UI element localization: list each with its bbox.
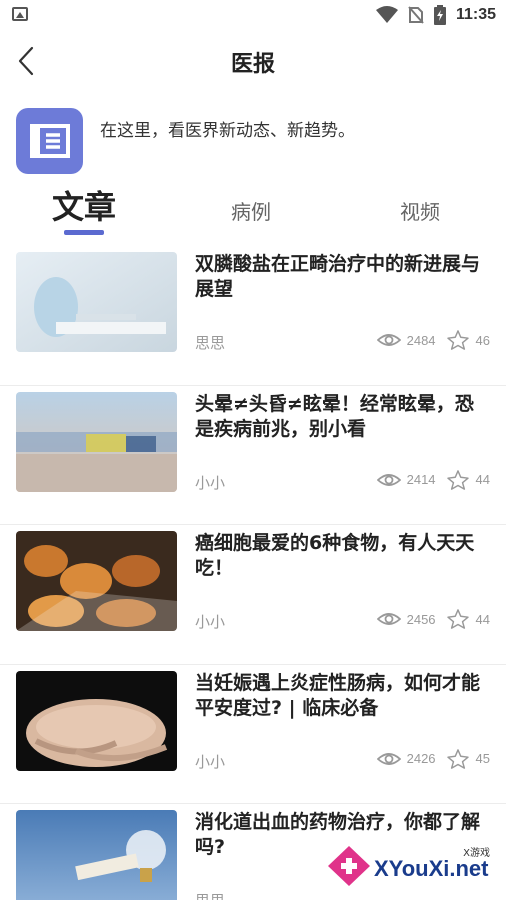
article-thumbnail <box>16 531 177 631</box>
status-time: 11:35 <box>455 6 496 23</box>
star-count: 44 <box>475 472 490 487</box>
star-count: 44 <box>475 611 490 627</box>
article-item[interactable]: 癌细胞最爱的6种食物，有人天天吃！ 小小 2456 44 <box>0 525 506 665</box>
active-tab-indicator <box>64 230 104 235</box>
article-title: 癌细胞最爱的6种食物，有人天天吃！ <box>195 532 475 579</box>
article-stats: 2456 44 <box>376 609 490 629</box>
view-count: 2484 <box>406 332 436 348</box>
tab-articles[interactable]: 文章 <box>52 182 116 228</box>
status-bar: 11:35 <box>0 0 506 30</box>
article-thumbnail <box>16 670 177 771</box>
star-icon[interactable] <box>446 748 470 769</box>
view-count: 2426 <box>406 751 436 766</box>
tab-cases[interactable]: 病例 <box>231 196 271 225</box>
article-item[interactable]: 当妊娠遇上炎症性肠病，如何才能平安度过? | 临床必备 小小 2426 45 <box>0 665 506 804</box>
article-item[interactable]: 双膦酸盐在正畸治疗中的新进展与展望 思思 2484 46 <box>0 246 506 386</box>
view-count: 2456 <box>406 611 436 627</box>
tab-videos[interactable]: 视频 <box>400 196 440 225</box>
image-notification-icon <box>12 7 28 21</box>
star-icon[interactable] <box>446 609 470 629</box>
star-icon[interactable] <box>446 330 470 350</box>
site-watermark: X游戏 XYouXi.net <box>326 844 496 888</box>
article-stats: 2426 45 <box>376 748 490 769</box>
banner-text: 在这里，看医界新动态、新趋势。 <box>100 121 355 141</box>
article-title: 头晕≠头昏≠眩晕！经常眩晕，恐是疾病前兆，别小看 <box>195 392 474 440</box>
app-header: 医报 <box>0 30 506 92</box>
article-title: 双膦酸盐在正畸治疗中的新进展与展望 <box>195 253 481 300</box>
article-item[interactable]: 头晕≠头昏≠眩晕！经常眩晕，恐是疾病前兆，别小看 小小 2414 44 <box>0 386 506 525</box>
no-sim-icon <box>408 6 424 24</box>
gamepad-logo-icon <box>328 846 370 886</box>
app-logo <box>16 108 83 174</box>
intro-banner: 在这里，看医界新动态、新趋势。 <box>16 108 496 174</box>
article-stats: 2414 44 <box>376 469 490 490</box>
article-author: 小小 <box>195 473 226 492</box>
article-thumbnail <box>16 810 177 900</box>
views-eye-icon <box>376 752 401 765</box>
battery-icon <box>433 5 446 25</box>
view-count: 2414 <box>406 472 436 487</box>
article-author: 思思 <box>195 890 225 900</box>
article-stats: 2484 46 <box>376 330 490 350</box>
star-icon[interactable] <box>446 469 470 490</box>
page-title: 医报 <box>230 52 275 77</box>
article-thumbnail <box>16 391 177 492</box>
article-title: 当妊娠遇上炎症性肠病，如何才能平安度过? | 临床必备 <box>195 671 481 719</box>
article-list: 双膦酸盐在正畸治疗中的新进展与展望 思思 2484 46 头晕≠头昏≠眩晕！经常… <box>0 246 506 900</box>
watermark-brand: XYouXi.net <box>374 856 489 881</box>
views-eye-icon <box>376 613 401 625</box>
tab-bar: 文章 病例 视频 <box>0 186 506 240</box>
article-author: 小小 <box>195 752 226 771</box>
star-count: 45 <box>475 751 490 766</box>
article-author: 思思 <box>195 334 226 352</box>
star-count: 46 <box>475 332 490 348</box>
article-author: 小小 <box>195 613 226 631</box>
views-eye-icon <box>376 334 401 346</box>
views-eye-icon <box>376 473 401 486</box>
article-thumbnail <box>16 252 177 352</box>
document-logo-icon <box>30 124 70 158</box>
wifi-icon <box>375 6 398 23</box>
